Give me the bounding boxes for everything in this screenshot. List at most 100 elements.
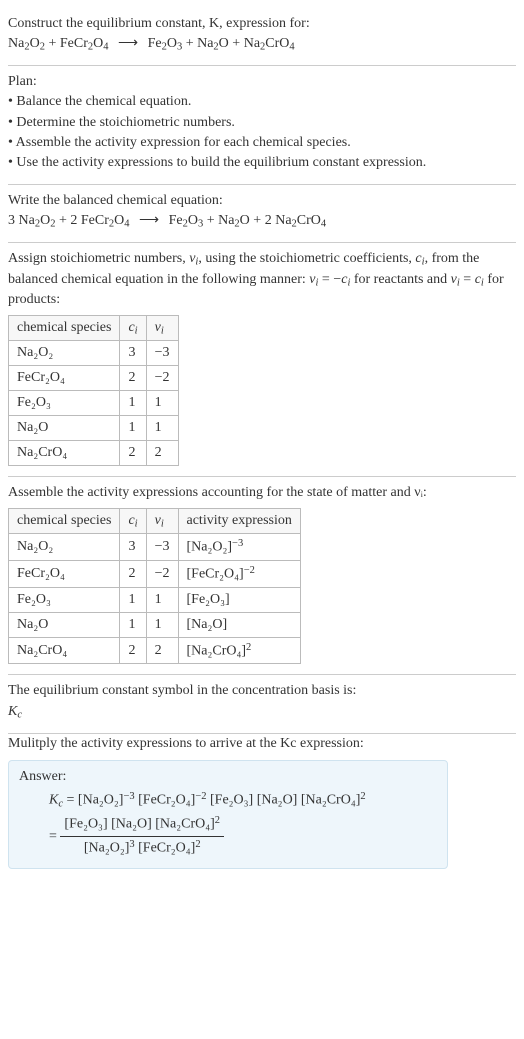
sub-i: i bbox=[135, 518, 138, 529]
exp: 3 bbox=[129, 839, 134, 850]
coef: 2 bbox=[265, 213, 276, 228]
subscript: 4 bbox=[289, 42, 294, 53]
species-part: CrO bbox=[265, 36, 289, 51]
cell-vi: −2 bbox=[146, 561, 178, 588]
exp: 2 bbox=[360, 791, 365, 802]
text: = − bbox=[318, 272, 341, 287]
equals: = bbox=[49, 829, 60, 844]
col-activity: activity expression bbox=[178, 508, 300, 534]
table-row: Na₂O11 bbox=[9, 416, 179, 441]
subscript: 4 bbox=[321, 219, 326, 230]
table-row: FeCr₂O₄2−2[FeCr₂O₄]−2 bbox=[9, 561, 301, 588]
plus: + bbox=[186, 36, 197, 51]
species-part: O bbox=[93, 36, 103, 51]
cell-ci: 2 bbox=[120, 637, 146, 664]
cell-species: Fe₂O₃ bbox=[9, 587, 120, 612]
stoich-intro: Assign stoichiometric numbers, νi, using… bbox=[8, 249, 516, 311]
col-ci: ci bbox=[120, 508, 146, 534]
term: [FeCr₂O₄] bbox=[138, 793, 195, 808]
term: [Na₂O₂] bbox=[84, 841, 130, 856]
cell-ci: 3 bbox=[120, 534, 146, 561]
species-part: O bbox=[40, 213, 50, 228]
table-row: Na₂O₂3−3 bbox=[9, 341, 179, 366]
text: Assign stoichiometric numbers, bbox=[8, 251, 189, 266]
text: = bbox=[460, 272, 475, 287]
balanced-title: Write the balanced chemical equation: bbox=[8, 191, 516, 211]
cell-vi: 2 bbox=[146, 637, 178, 664]
table-header-row: chemical species ci νi bbox=[9, 315, 179, 341]
cell-ci: 1 bbox=[120, 587, 146, 612]
activity-intro: Assemble the activity expressions accoun… bbox=[8, 483, 516, 503]
table-row: Fe₂O₃11[Fe₂O₃] bbox=[9, 587, 301, 612]
col-ci: ci bbox=[120, 315, 146, 341]
species-part: O bbox=[167, 36, 177, 51]
cell-activity: [Na₂O₂]−3 bbox=[178, 534, 300, 561]
cell-vi: 1 bbox=[146, 416, 178, 441]
answer-label: Answer: bbox=[19, 769, 437, 785]
term: [FeCr₂O₄] bbox=[138, 841, 195, 856]
symbol-intro: The equilibrium constant symbol in the c… bbox=[8, 681, 516, 701]
section-stoich-numbers: Assign stoichiometric numbers, νi, using… bbox=[8, 243, 516, 478]
prompt-text: Construct the equilibrium constant, K, e… bbox=[8, 16, 310, 31]
text: Mulitply the activity expressions to arr… bbox=[8, 736, 364, 751]
exp: 2 bbox=[195, 839, 200, 850]
subscript: 4 bbox=[103, 42, 108, 53]
exp: −2 bbox=[195, 791, 206, 802]
species-part: O bbox=[188, 213, 198, 228]
species-part: Na bbox=[19, 213, 35, 228]
species-part: Na bbox=[218, 213, 234, 228]
coef: 3 bbox=[8, 213, 19, 228]
cell-ci: 1 bbox=[120, 612, 146, 637]
k: K bbox=[49, 793, 58, 808]
cell-ci: 1 bbox=[120, 416, 146, 441]
species-part: O bbox=[114, 213, 124, 228]
term: [Fe₂O₃] [Na₂O] [Na₂CrO₄] bbox=[210, 793, 360, 808]
cell-species: Na₂O bbox=[9, 612, 120, 637]
balanced-equation: 3 Na2O2 + 2 FeCr2O4 ⟶ Fe2O3 + Na2O + 2 N… bbox=[8, 211, 516, 232]
subscript: 2 bbox=[50, 219, 55, 230]
plus: + bbox=[253, 213, 264, 228]
cell-species: Fe₂O₃ bbox=[9, 391, 120, 416]
cell-ci: 3 bbox=[120, 341, 146, 366]
plan-bullet: • Balance the chemical equation. bbox=[8, 92, 516, 112]
cell-activity: [Na₂O] bbox=[178, 612, 300, 637]
species-part: Na bbox=[8, 36, 24, 51]
sub-i: i bbox=[161, 518, 164, 529]
plan-title: Plan: bbox=[8, 72, 516, 92]
section-activity: Assemble the activity expressions accoun… bbox=[8, 477, 516, 675]
text: for reactants and bbox=[350, 272, 450, 287]
kc-expression-line1: Kc = [Na₂O₂]−3 [FeCr₂O₄]−2 [Fe₂O₃] [Na₂O… bbox=[49, 789, 437, 813]
sub-i: i bbox=[135, 325, 138, 336]
denominator: [Na₂O₂]3 [FeCr₂O₄]2 bbox=[60, 837, 224, 860]
cell-activity: [FeCr₂O₄]−2 bbox=[178, 561, 300, 588]
cell-species: Na₂O bbox=[9, 416, 120, 441]
table-row: FeCr₂O₄2−2 bbox=[9, 366, 179, 391]
exp: 2 bbox=[215, 815, 220, 826]
table-row: Na₂O11[Na₂O] bbox=[9, 612, 301, 637]
k: K bbox=[8, 704, 17, 719]
text: , using the stoichiometric coefficients, bbox=[198, 251, 415, 266]
cell-ci: 2 bbox=[120, 561, 146, 588]
final-intro: Mulitply the activity expressions to arr… bbox=[8, 734, 516, 754]
cell-ci: 1 bbox=[120, 391, 146, 416]
species-part: FeCr bbox=[81, 213, 109, 228]
cell-activity: [Na₂CrO₄]2 bbox=[178, 637, 300, 664]
numerator: [Fe₂O₃] [Na₂O] [Na₂CrO₄]2 bbox=[60, 813, 224, 837]
cell-vi: −2 bbox=[146, 366, 178, 391]
table-row: Fe₂O₃11 bbox=[9, 391, 179, 416]
sub-i: i bbox=[161, 325, 164, 336]
section-prompt: Construct the equilibrium constant, K, e… bbox=[8, 8, 516, 66]
subscript: 4 bbox=[124, 219, 129, 230]
subscript: 3 bbox=[177, 42, 182, 53]
section-balanced: Write the balanced chemical equation: 3 … bbox=[8, 185, 516, 243]
cell-vi: −3 bbox=[146, 534, 178, 561]
species-part: Na bbox=[244, 36, 260, 51]
equals: = bbox=[63, 793, 78, 808]
plus: + bbox=[48, 36, 59, 51]
cell-species: Na₂O₂ bbox=[9, 341, 120, 366]
section-plan: Plan: • Balance the chemical equation. •… bbox=[8, 66, 516, 184]
cell-species: FeCr₂O₄ bbox=[9, 366, 120, 391]
section-symbol: The equilibrium constant symbol in the c… bbox=[8, 675, 516, 733]
cell-ci: 2 bbox=[120, 441, 146, 466]
reaction-arrow: ⟶ bbox=[133, 213, 165, 228]
